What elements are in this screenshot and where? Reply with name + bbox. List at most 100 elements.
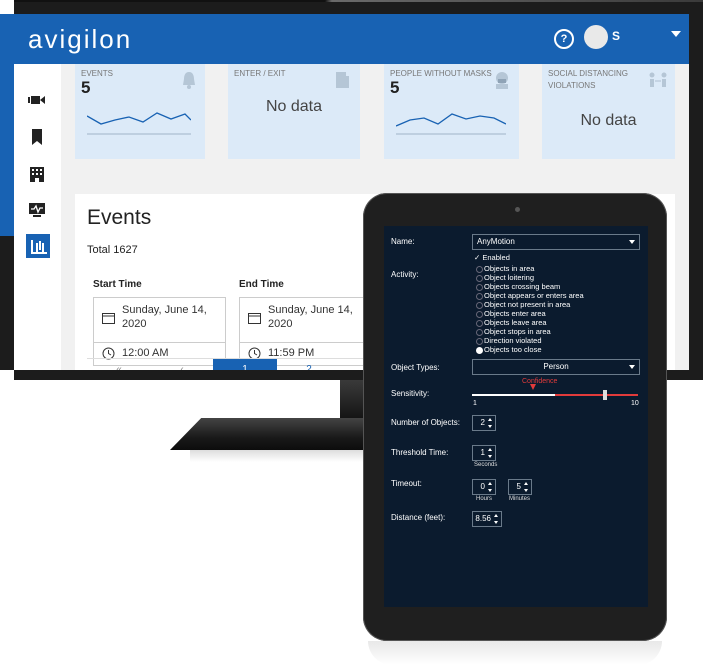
card-label: ENTER / EXIT [234,69,286,78]
masks-sparkline [396,113,506,135]
name-select[interactable]: AnyMotion [472,234,640,250]
pagination: « ‹ 1 2 [87,358,377,370]
radio-object-appears[interactable] [476,293,483,300]
chevron-down-icon[interactable] [671,31,681,37]
object-types-select[interactable]: Person [472,359,640,375]
bell-icon [183,72,195,89]
radio-object-stops[interactable] [476,329,483,336]
events-sparkline [87,112,191,135]
radio-objects-too-close[interactable] [476,347,483,354]
radio-object-loitering[interactable] [476,275,483,282]
app-logo: avigilon [28,24,133,54]
people-distance-icon [649,72,667,87]
activity-label: Activity: [391,270,419,279]
card-enter-exit: ENTER / EXIT No data [228,64,360,159]
radio-direction-violated[interactable] [476,338,483,345]
timeout-label: Timeout: [391,479,422,488]
radio-objects-in-area[interactable] [476,266,483,273]
threshold-value: 1 [480,448,485,457]
radio-objects-crossing-beam[interactable] [476,284,483,291]
end-time-header: End Time [239,279,284,290]
slider-thumb[interactable] [602,390,607,400]
sensitivity-max: 10 [631,400,639,407]
sensitivity-slider[interactable] [472,390,638,400]
distance-label: Distance (feet): [391,513,446,522]
activity-option: Objects too close [484,345,542,354]
stepper-up-icon[interactable] [488,418,492,421]
stepper-down-icon[interactable] [488,489,492,492]
pagination-page-2[interactable]: 2 [277,359,341,370]
distance-stepper[interactable]: 8.56 [472,511,502,527]
activity-option: Direction violated [484,336,542,345]
card-social-distancing: SOCIAL DISTANCING VIOLATIONS No data [542,64,675,159]
name-label: Name: [391,237,415,246]
help-icon[interactable]: ? [554,29,574,49]
threshold-unit: Seconds [474,462,498,468]
timeout-minutes-stepper[interactable]: 5 [508,479,532,495]
brand-strip [0,14,14,238]
events-total: Total 1627 [87,244,138,256]
card-label: PEOPLE WITHOUT MASKS [390,69,492,78]
object-types-value: Person [543,362,569,371]
stepper-down-icon[interactable] [488,455,492,458]
radio-objects-leave-area[interactable] [476,320,483,327]
start-date-field[interactable]: Sunday, June 14, 2020 [93,297,226,343]
avatar[interactable] [584,25,608,49]
minutes-unit: Minutes [509,496,531,502]
stepper-up-icon[interactable] [488,448,492,451]
sensitivity-label: Sensitivity: [391,389,430,398]
sensitivity-min: 1 [473,400,477,407]
radio-objects-enter-area[interactable] [476,311,483,318]
enabled-checkbox[interactable]: ✓ Enabled [474,253,510,262]
analytics-icon[interactable] [26,234,50,258]
enabled-label: Enabled [482,253,510,262]
confidence-label: Confidence [522,378,558,385]
pagination-prev[interactable]: ‹ [151,359,213,370]
building-icon[interactable] [27,164,47,184]
tablet-reflection [368,641,662,665]
timeout-minutes-value: 5 [516,482,521,491]
activity-option: Objects in area [484,264,535,273]
activity-option: Objects crossing beam [484,282,561,291]
calendar-icon [248,313,261,324]
stepper-down-icon[interactable] [488,425,492,428]
top-bar: avigilon ? S [14,14,689,64]
stepper-up-icon[interactable] [524,482,528,485]
card-no-data: No data [265,98,323,115]
hours-unit: Hours [476,496,493,502]
num-objects-stepper[interactable]: 2 [472,415,496,431]
stepper-down-icon[interactable] [494,521,498,524]
page-title: Events [87,206,152,229]
stepper-up-icon[interactable] [488,482,492,485]
person-mask-icon [496,72,508,89]
num-objects-label: Number of Objects: [391,418,460,427]
pagination-first[interactable]: « [87,359,151,370]
video-camera-icon[interactable] [27,90,47,110]
rule-editor: Name: AnyMotion ✓ Enabled Activity: Obje… [384,226,648,607]
monitor-left-edge [0,236,14,370]
stepper-down-icon[interactable] [524,489,528,492]
end-date-field[interactable]: Sunday, June 14, 2020 [239,297,372,343]
object-types-label: Object Types: [391,363,440,372]
bookmark-icon[interactable] [27,127,47,147]
timeout-hours-stepper[interactable]: 0 [472,479,496,495]
distance-value: 8.56 [475,514,491,523]
threshold-stepper[interactable]: 1 [472,445,496,461]
start-date-value: Sunday, June 14, 2020 [122,304,207,330]
chevron-down-icon [629,365,635,369]
card-value: 5 [390,78,400,97]
activity-option: Object stops in area [484,327,551,336]
activity-option: Object not present in area [484,300,571,309]
chevron-down-icon [629,240,635,244]
monitor-stand-reflection [190,450,380,462]
radio-object-not-present[interactable] [476,302,483,309]
arrow-down-icon [530,384,536,390]
stepper-up-icon[interactable] [494,514,498,517]
sidebar [14,64,61,370]
calendar-icon [102,313,115,324]
monitor-pulse-icon[interactable] [27,200,47,220]
tablet-camera [515,207,520,212]
pagination-page-1[interactable]: 1 [213,359,277,370]
name-value: AnyMotion [477,237,515,246]
card-events: EVENTS 5 [75,64,205,159]
